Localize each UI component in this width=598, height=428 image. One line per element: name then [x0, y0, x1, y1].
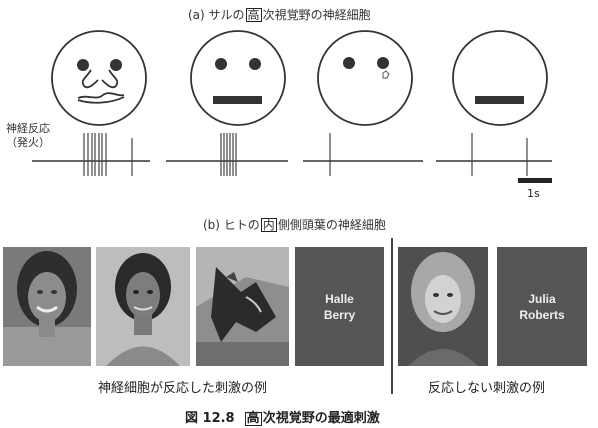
- photo-halle-berry-smiling: [3, 247, 91, 366]
- photo-julia-roberts: [398, 247, 488, 366]
- name-card-halle-berry: Halle Berry: [295, 247, 384, 366]
- stimulus-eyes-only: [317, 30, 413, 126]
- divider-line: [391, 238, 393, 394]
- stimulus-face-full: [51, 30, 147, 126]
- panel-b-title: (b) ヒトの内側側頭葉の神経細胞: [203, 218, 386, 232]
- stimulus-bar-only: [452, 30, 548, 126]
- caption-responded: 神経細胞が反応した刺激の例: [98, 381, 268, 396]
- stimulus-eyes-and-bar: [190, 30, 286, 126]
- spike-trains: [32, 133, 552, 176]
- scale-label: 1s: [527, 187, 540, 200]
- name-card-julia-roberts: Julia Roberts: [497, 247, 587, 366]
- figure-caption: 図 12.8 高次視覚野の最適刺激: [185, 411, 380, 426]
- scale-bar: [518, 178, 552, 183]
- monkey-stimuli-figure: [32, 30, 552, 183]
- photo-catwoman-costume: [196, 247, 289, 366]
- caption-not-responded: 反応しない刺激の例: [428, 381, 546, 396]
- photo-halle-berry-portrait: [96, 247, 190, 366]
- response-label: 神経反応 （発火）: [6, 122, 50, 149]
